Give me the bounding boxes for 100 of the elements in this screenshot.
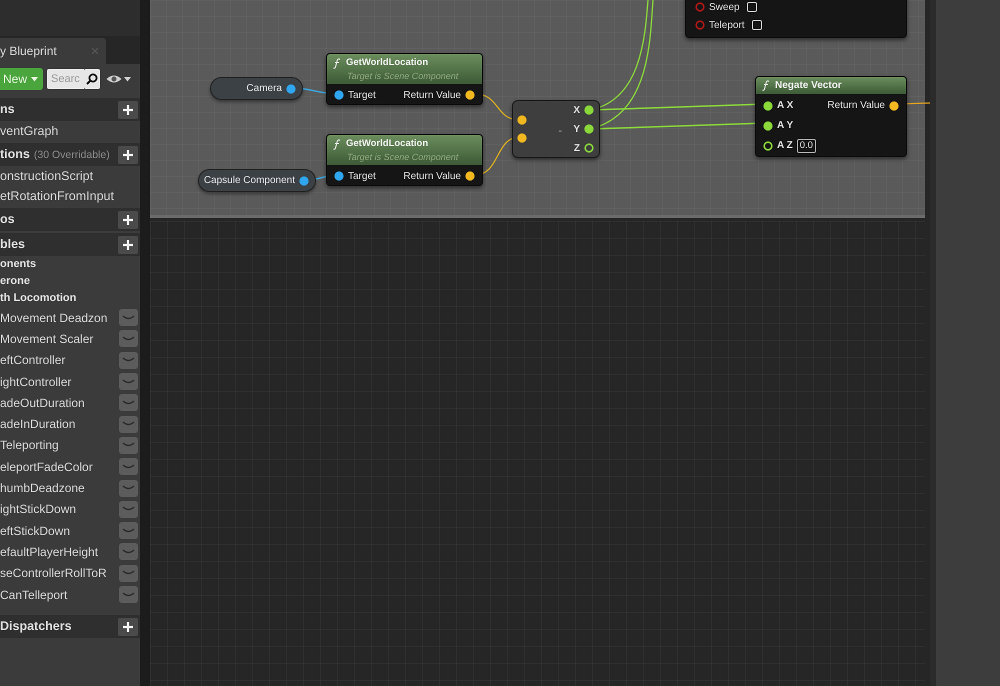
section-header[interactable]: Dispatchers <box>0 615 140 638</box>
pin-icon[interactable] <box>465 90 475 100</box>
visibility-toggle[interactable] <box>119 352 138 369</box>
closed-eye-icon <box>122 506 135 512</box>
variable-name: eftStickDown <box>0 522 70 540</box>
visibility-toggle[interactable] <box>119 522 138 540</box>
eye-icon <box>106 74 122 84</box>
pin-icon[interactable] <box>584 143 594 153</box>
pin-icon[interactable] <box>584 105 594 115</box>
search-field[interactable]: Searc <box>47 69 84 89</box>
section-header[interactable]: bles <box>0 233 140 256</box>
visibility-toggle[interactable] <box>119 543 138 560</box>
variable-item[interactable]: efaultPlayerHeight <box>0 541 140 563</box>
section-header[interactable]: os <box>0 208 140 231</box>
add-button[interactable] <box>118 210 138 228</box>
function-item[interactable]: onstructionScript <box>0 166 94 186</box>
plus-icon <box>123 622 133 632</box>
section-header[interactable]: tions (30 Overridable) <box>0 143 140 166</box>
option-label: Sweep <box>709 0 740 14</box>
variable-item[interactable]: adeOutDuration <box>0 392 140 414</box>
node-title: GetWorldLocation <box>346 56 428 70</box>
graph-item[interactable]: ventGraph <box>0 122 58 140</box>
variable-item[interactable]: eftStickDown <box>0 520 140 542</box>
function-item[interactable]: etRotationFromInput <box>0 186 114 206</box>
visibility-toggle[interactable] <box>119 564 138 582</box>
caret-icon <box>31 76 38 82</box>
function-node[interactable]: Sweep Teleport <box>685 0 907 38</box>
visibility-toggle[interactable] <box>119 480 138 497</box>
pin-icon[interactable] <box>465 171 475 181</box>
variable-node[interactable]: Capsule Component <box>198 169 316 192</box>
category-label[interactable]: onents <box>0 256 36 273</box>
node-title: Negate Vector <box>775 79 842 93</box>
plus-icon <box>123 104 133 114</box>
node-subtitle: Target is Scene Component <box>346 70 460 84</box>
pin-label: Z <box>574 142 580 156</box>
visibility-toggle[interactable] <box>119 436 138 454</box>
pin-icon[interactable] <box>763 120 773 130</box>
variable-item[interactable]: eftController <box>0 350 140 371</box>
section-title: os <box>0 211 15 228</box>
view-options-button[interactable] <box>106 74 131 84</box>
variable-item[interactable]: eleportFadeColor <box>0 456 140 478</box>
function-node[interactable]: GetWorldLocation Target is Scene Component Target Return Value <box>326 53 483 105</box>
visibility-toggle[interactable] <box>119 500 138 518</box>
checkbox[interactable] <box>746 2 757 12</box>
pin-icon[interactable] <box>584 124 594 134</box>
variable-item[interactable]: CanTelleport <box>0 584 140 606</box>
visibility-toggle[interactable] <box>119 330 138 348</box>
plus-icon <box>123 240 133 250</box>
add-button[interactable] <box>118 146 138 164</box>
section-header[interactable]: ns <box>0 98 140 121</box>
variable-item[interactable]: ightController <box>0 370 140 392</box>
closed-eye-icon <box>122 378 135 385</box>
visibility-toggle[interactable] <box>119 416 138 433</box>
add-button[interactable] <box>118 236 138 254</box>
pin-icon[interactable] <box>763 100 773 110</box>
variable-item[interactable]: adeInDuration <box>0 413 140 435</box>
variable-item[interactable]: humbDeadzone <box>0 477 140 499</box>
value-field[interactable]: 0.0 <box>796 138 816 152</box>
tab-title: y Blueprint <box>0 43 57 60</box>
category-label[interactable]: th Locomotion <box>0 290 76 307</box>
pin-label: X <box>573 104 580 118</box>
pin-label: A Z <box>777 139 793 153</box>
break-vector-node[interactable]: - X Y Z <box>512 100 600 158</box>
variable-name: eftController <box>0 352 66 370</box>
pin-icon[interactable] <box>334 171 344 181</box>
search-icon[interactable] <box>84 69 100 89</box>
variable-item[interactable]: Teleporting <box>0 434 140 456</box>
negate-vector-node[interactable]: Negate Vector A X A Y A Z 0.0 Return Value <box>755 76 907 157</box>
closed-eye-icon <box>122 592 135 598</box>
add-button[interactable] <box>118 618 138 636</box>
pin-icon[interactable] <box>763 140 773 150</box>
variable-name: adeOutDuration <box>0 394 85 412</box>
closed-eye-icon <box>122 464 135 470</box>
visibility-toggle[interactable] <box>119 373 138 390</box>
visibility-toggle[interactable] <box>119 309 138 326</box>
variable-item[interactable]: ightStickDown <box>0 498 140 520</box>
variable-node[interactable]: Camera <box>210 77 303 100</box>
variable-item[interactable]: seControllerRollToR <box>0 562 140 584</box>
visibility-toggle[interactable] <box>119 394 138 412</box>
pin-icon[interactable] <box>517 115 527 125</box>
variable-item[interactable]: Movement Deadzon <box>0 307 140 328</box>
pin-icon[interactable] <box>517 133 527 143</box>
checkbox[interactable] <box>752 20 762 30</box>
closed-eye-icon <box>122 528 135 534</box>
variable-name: humbDeadzone <box>0 480 85 498</box>
pin-icon[interactable] <box>889 100 899 110</box>
closed-eye-icon <box>122 548 135 555</box>
visibility-toggle[interactable] <box>119 586 138 603</box>
add-button[interactable] <box>118 100 138 118</box>
node-title: GetWorldLocation <box>346 137 428 151</box>
closed-eye-icon <box>122 570 135 576</box>
variable-name: Movement Scaler <box>0 330 94 348</box>
blueprint-tab[interactable]: y Blueprint <box>0 38 106 64</box>
section-title: bles <box>0 236 26 254</box>
visibility-toggle[interactable] <box>119 458 138 476</box>
pin-icon[interactable] <box>334 90 344 100</box>
category-label[interactable]: erone <box>0 273 30 290</box>
function-node[interactable]: GetWorldLocation Target is Scene Component Target Return Value <box>326 134 483 186</box>
variable-item[interactable]: Movement Scaler <box>0 328 140 350</box>
pin-label: A X <box>777 99 794 113</box>
